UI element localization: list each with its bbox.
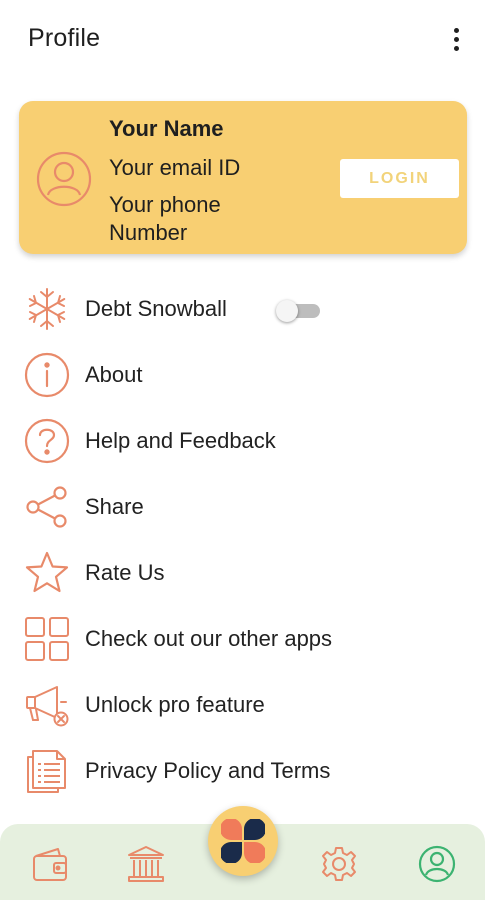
page-title: Profile (28, 24, 101, 52)
apps-grid-icon (25, 617, 69, 661)
help-icon (24, 418, 70, 464)
menu-item-label: Share (85, 494, 144, 519)
settings-icon[interactable] (319, 844, 359, 884)
menu-item-label: Check out our other apps (85, 626, 333, 651)
star-icon (25, 551, 69, 593)
settings-menu: Debt Snowball About Help and Feedback Sh… (0, 276, 485, 804)
wallet-icon[interactable] (30, 844, 70, 884)
menu-item-label: Debt Snowball (85, 296, 227, 321)
menu-item-privacy[interactable]: Privacy Policy and Terms (0, 738, 485, 804)
more-vert-icon[interactable] (441, 24, 471, 54)
menu-item-label: About (85, 362, 143, 387)
profile-phone: Your phone Number (109, 192, 221, 245)
debt-snowball-toggle[interactable] (276, 300, 320, 322)
document-icon (27, 750, 66, 793)
menu-item-about[interactable]: About (0, 342, 485, 408)
profile-name: Your Name (109, 116, 224, 141)
profile-email: Your email ID (109, 155, 241, 180)
user-circle-icon (36, 151, 92, 207)
snowflake-icon (28, 288, 66, 330)
menu-item-rate-us[interactable]: Rate Us (0, 540, 485, 606)
profile-icon[interactable] (417, 844, 457, 884)
profile-card: Your Name Your email ID Your phone Numbe… (19, 101, 467, 254)
menu-item-help[interactable]: Help and Feedback (0, 408, 485, 474)
login-button[interactable]: LOGIN (340, 159, 459, 198)
menu-item-share[interactable]: Share (0, 474, 485, 540)
menu-item-label: Help and Feedback (85, 428, 276, 453)
info-icon (24, 352, 70, 398)
bank-icon[interactable] (126, 844, 166, 884)
top-app-bar: Profile (0, 0, 485, 80)
menu-item-other-apps[interactable]: Check out our other apps (0, 606, 485, 672)
app-logo-icon[interactable] (208, 806, 278, 876)
menu-item-label: Rate Us (85, 560, 165, 585)
menu-item-unlock-pro[interactable]: Unlock pro feature (0, 672, 485, 738)
menu-item-label: Privacy Policy and Terms (85, 758, 331, 783)
megaphone-icon (26, 686, 69, 727)
menu-item-label: Unlock pro feature (85, 692, 265, 717)
menu-item-debt-snowball[interactable]: Debt Snowball (0, 276, 485, 342)
share-icon (26, 486, 67, 528)
